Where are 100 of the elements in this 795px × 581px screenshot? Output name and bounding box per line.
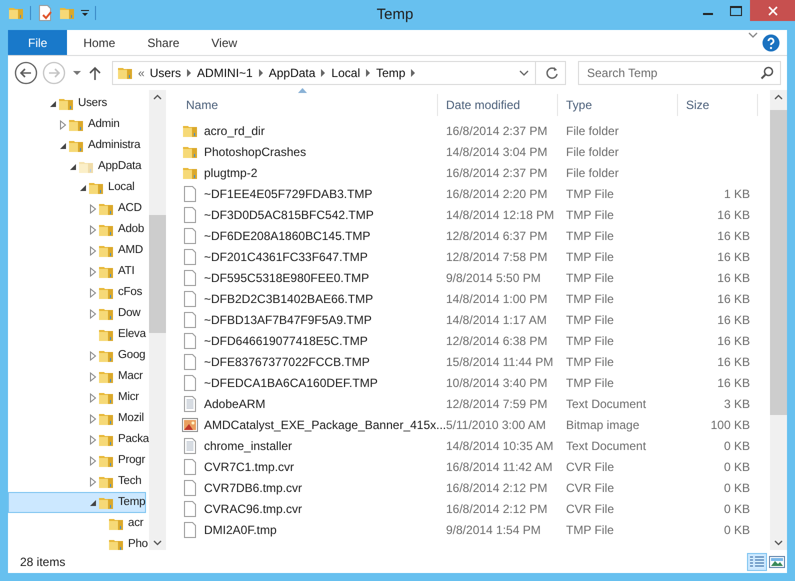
file-name[interactable]: CVRAC96.tmp.cvr bbox=[204, 500, 302, 518]
scroll-down-icon[interactable] bbox=[153, 540, 162, 546]
tree-item[interactable]: Pho bbox=[8, 534, 149, 550]
collapsed-icon[interactable] bbox=[89, 308, 97, 318]
tree-item[interactable]: Mozil bbox=[8, 408, 145, 429]
file-tab[interactable]: File bbox=[8, 30, 68, 55]
collapsed-icon[interactable] bbox=[89, 392, 97, 402]
column-header[interactable]: Date modified bbox=[438, 94, 558, 116]
tree-item[interactable]: Micr bbox=[8, 387, 140, 408]
collapsed-icon[interactable] bbox=[89, 414, 97, 424]
scrollbar-thumb[interactable] bbox=[770, 110, 787, 415]
file-name[interactable]: ~DF6DE208A1860BC145.TMP bbox=[204, 226, 370, 244]
tree-item[interactable]: Local bbox=[8, 177, 136, 198]
dropdown-icon[interactable] bbox=[81, 9, 89, 17]
file-name[interactable]: CVR7DB6.tmp.cvr bbox=[204, 478, 302, 496]
tree-item[interactable]: AMD bbox=[8, 240, 144, 261]
up-arrow-icon[interactable] bbox=[88, 65, 102, 81]
expanded-icon[interactable] bbox=[49, 100, 57, 108]
tree-item[interactable]: Admin bbox=[8, 114, 121, 135]
file-name[interactable]: ~DF595C5318E980FEE0.TMP bbox=[204, 268, 370, 286]
tree-item[interactable]: ATI bbox=[8, 261, 136, 282]
file-name[interactable]: ~DFBD13AF7B47F9F5A9.TMP bbox=[204, 310, 372, 328]
folder-name[interactable]: plugtmp-2 bbox=[204, 164, 258, 182]
breadcrumb-item[interactable]: Local bbox=[331, 64, 360, 82]
tree-item[interactable]: Packa bbox=[8, 429, 149, 450]
chevron-icon[interactable] bbox=[410, 69, 416, 77]
expanded-icon[interactable] bbox=[59, 142, 67, 150]
scroll-up-icon[interactable] bbox=[774, 94, 783, 100]
expanded-icon[interactable] bbox=[89, 498, 97, 506]
tree-item[interactable]: acr bbox=[8, 513, 144, 534]
breadcrumb-item[interactable]: Users bbox=[150, 64, 182, 82]
tree-item[interactable]: Tech bbox=[8, 471, 142, 492]
file-name[interactable]: ~DFD646619077418E5C.TMP bbox=[204, 332, 368, 350]
file-name[interactable]: ~DF1EE4E05F729FDAB3.TMP bbox=[204, 184, 372, 202]
chevron-icon[interactable] bbox=[320, 69, 326, 77]
type-cell-text: Text Document bbox=[565, 396, 648, 412]
scroll-down-icon[interactable] bbox=[774, 540, 783, 546]
file-name[interactable]: DMI2A0F.tmp bbox=[204, 520, 277, 538]
file-name[interactable]: ~DFB2D2C3B1402BAE66.TMP bbox=[204, 290, 374, 308]
breadcrumb-item[interactable]: Temp bbox=[376, 64, 406, 82]
file-name[interactable]: AMDCatalyst_EXE_Package_Banner_415x... bbox=[204, 416, 446, 434]
expand-ribbon-icon[interactable] bbox=[747, 30, 759, 40]
back-button[interactable] bbox=[14, 61, 38, 85]
chevron-icon[interactable] bbox=[258, 69, 264, 77]
tree-item[interactable]: AppData bbox=[8, 156, 142, 177]
collapsed-icon[interactable] bbox=[89, 246, 97, 256]
close-button[interactable] bbox=[750, 0, 795, 21]
details-view-button[interactable] bbox=[747, 552, 767, 570]
tree-item[interactable]: Adob bbox=[8, 219, 146, 240]
folder-name[interactable]: PhotoshopCrashes bbox=[204, 142, 306, 160]
collapsed-icon[interactable] bbox=[89, 372, 97, 382]
collapsed-icon[interactable] bbox=[89, 224, 97, 234]
tree-item[interactable]: Macr bbox=[8, 366, 144, 387]
file-name[interactable]: ~DFEDCA1BA6CA160DEF.TMP bbox=[204, 374, 378, 392]
collapsed-icon[interactable] bbox=[89, 204, 97, 214]
file-name[interactable]: ~DF201C4361FC33F647.TMP bbox=[204, 248, 368, 266]
collapsed-icon[interactable] bbox=[89, 350, 97, 360]
collapsed-icon[interactable] bbox=[89, 456, 97, 466]
tree-item[interactable]: Users bbox=[8, 93, 108, 114]
file-name[interactable]: ~DFE83767377022FCCB.TMP bbox=[204, 352, 370, 370]
ribbon-tab[interactable]: View bbox=[195, 30, 254, 55]
properties-icon[interactable] bbox=[37, 5, 53, 21]
file-name[interactable]: CVR7C1.tmp.cvr bbox=[204, 458, 294, 476]
dropdown-icon[interactable] bbox=[518, 68, 530, 78]
file-name[interactable]: ~DF3D0D5AC815BFC542.TMP bbox=[204, 206, 374, 224]
collapsed-icon[interactable] bbox=[89, 434, 97, 444]
size-cell: 16 KB bbox=[717, 208, 750, 222]
expanded-icon[interactable] bbox=[79, 184, 87, 192]
tree-item[interactable]: ACD bbox=[8, 198, 143, 219]
folder-name[interactable]: acro_rd_dir bbox=[204, 122, 265, 140]
overflow-button[interactable]: « bbox=[138, 64, 145, 82]
tree-item[interactable]: Administra bbox=[8, 135, 142, 156]
chevron-icon[interactable] bbox=[186, 69, 192, 77]
column-header[interactable]: Type bbox=[558, 94, 678, 116]
tree-item[interactable]: Progr bbox=[8, 450, 146, 471]
ribbon-tab[interactable]: Home bbox=[67, 30, 132, 55]
address-bar[interactable]: « Users ADMINI~1 AppData Local Temp bbox=[112, 61, 566, 85]
tree-item[interactable]: Eleva bbox=[8, 324, 147, 345]
ribbon-tab[interactable]: Share bbox=[131, 30, 196, 55]
collapsed-icon[interactable] bbox=[89, 288, 97, 298]
file-name[interactable]: chrome_installer bbox=[204, 436, 292, 454]
file-name[interactable]: AdobeARM bbox=[204, 394, 266, 412]
breadcrumb-item[interactable]: AppData bbox=[268, 64, 316, 82]
collapsed-icon[interactable] bbox=[59, 120, 67, 130]
tree-item[interactable]: Goog bbox=[8, 345, 146, 366]
expanded-icon[interactable] bbox=[69, 162, 77, 170]
tree-item[interactable]: Dow bbox=[8, 303, 142, 324]
collapsed-icon[interactable] bbox=[89, 476, 97, 486]
breadcrumb-item[interactable]: ADMINI~1 bbox=[197, 64, 253, 82]
column-header[interactable]: Name bbox=[178, 94, 438, 116]
chevron-icon[interactable] bbox=[365, 69, 372, 77]
tree-item[interactable]: Temp bbox=[8, 492, 146, 513]
date-cell-text: 16/8/2014 11:42 AM bbox=[445, 458, 554, 476]
date-cell-text: 16/8/2014 2:37 PM bbox=[445, 164, 548, 182]
scroll-up-icon[interactable] bbox=[153, 94, 162, 100]
scrollbar-thumb[interactable] bbox=[149, 215, 166, 333]
collapsed-icon[interactable] bbox=[89, 266, 97, 276]
tree-item[interactable]: cFos bbox=[8, 282, 144, 303]
search-box[interactable]: Search Temp bbox=[578, 61, 781, 85]
column-header[interactable]: Size bbox=[678, 94, 758, 116]
